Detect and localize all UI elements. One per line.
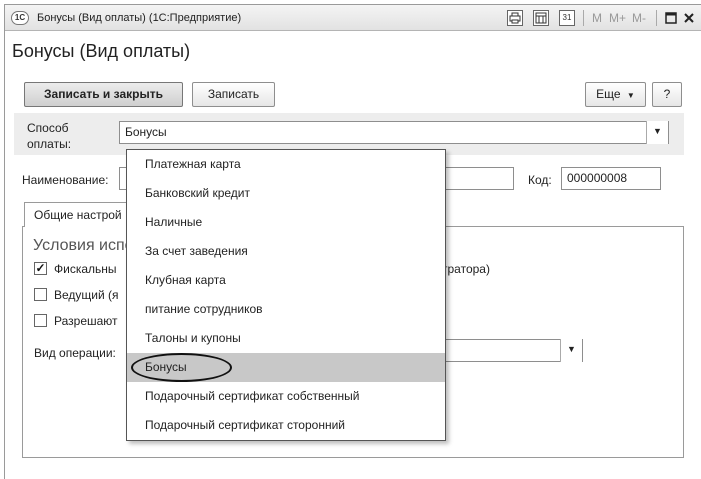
dropdown-item[interactable]: За счет заведения: [127, 237, 445, 266]
window-title: Бонусы (Вид оплаты) (1С:Предприятие): [37, 12, 242, 24]
save-and-close-button[interactable]: Записать и закрыть: [24, 82, 183, 107]
leading-checkbox[interactable]: [34, 288, 47, 301]
title-bar: 1С Бонусы (Вид оплаты) (1С:Предприятие) …: [5, 5, 701, 31]
leading-checkbox-row[interactable]: Ведущий (я: [34, 287, 134, 303]
app-logo-icon: 1С: [11, 11, 29, 25]
printer-icon[interactable]: [507, 10, 523, 26]
payment-method-value: Бонусы: [125, 125, 167, 139]
allowed-checkbox-label: Разрешают: [54, 314, 118, 328]
name-label: Наименование:: [22, 173, 109, 187]
payment-method-label-line2: оплаты:: [27, 137, 72, 151]
conditions-section-title: Условия испо: [33, 237, 134, 254]
dropdown-item[interactable]: Талоны и купоны: [127, 324, 445, 353]
more-menu-button[interactable]: Еще ▼: [585, 82, 646, 107]
dropdown-item[interactable]: Наличные: [127, 208, 445, 237]
help-button[interactable]: ?: [652, 82, 682, 107]
memory-button-m-minus[interactable]: M-: [632, 11, 646, 25]
payment-method-select[interactable]: Бонусы: [119, 121, 669, 144]
more-button-label: Еще: [596, 87, 621, 101]
payment-method-dropdown-list: Платежная карта Банковский кредит Наличн…: [126, 149, 446, 441]
dropdown-item[interactable]: Подарочный сертификат собственный: [127, 382, 445, 411]
code-label: Код:: [528, 173, 552, 187]
tab-general-settings[interactable]: Общие настрой: [24, 202, 134, 227]
calculator-icon[interactable]: [533, 10, 549, 26]
calendar-icon[interactable]: 31: [559, 10, 575, 26]
operation-type-label: Вид операции:: [34, 346, 116, 360]
chevron-down-icon[interactable]: ▼: [646, 121, 668, 144]
calendar-day: 31: [562, 13, 572, 22]
code-field[interactable]: 000000008: [561, 167, 661, 190]
close-icon[interactable]: [681, 9, 697, 27]
chevron-down-icon[interactable]: ▼: [560, 339, 582, 362]
allowed-checkbox[interactable]: [34, 314, 47, 327]
selection-highlight-circle: [131, 353, 232, 382]
fiscal-checkbox-row[interactable]: ✓ Фискальны: [34, 261, 134, 277]
leading-checkbox-label: Ведущий (я: [54, 288, 119, 302]
page-title: Бонусы (Вид оплаты): [12, 41, 191, 61]
payment-method-label: Способ: [27, 121, 69, 135]
save-button[interactable]: Записать: [192, 82, 275, 107]
dropdown-item[interactable]: питание сотрудников: [127, 295, 445, 324]
fiscal-checkbox[interactable]: ✓: [34, 262, 47, 275]
toolbar-separator: [583, 10, 584, 26]
toolbar-separator: [656, 10, 657, 26]
memory-button-m-plus[interactable]: M+: [609, 11, 626, 25]
allowed-checkbox-row[interactable]: Разрешают: [34, 313, 134, 329]
dropdown-item[interactable]: Банковский кредит: [127, 179, 445, 208]
memory-button-m[interactable]: M: [592, 11, 602, 25]
dropdown-item[interactable]: Клубная карта: [127, 266, 445, 295]
fiscal-checkbox-label: Фискальны: [54, 262, 117, 276]
chevron-down-icon: ▼: [626, 91, 635, 100]
dropdown-item[interactable]: Платежная карта: [127, 150, 445, 179]
maximize-icon[interactable]: [663, 9, 679, 27]
dropdown-item[interactable]: Подарочный сертификат сторонний: [127, 411, 445, 440]
